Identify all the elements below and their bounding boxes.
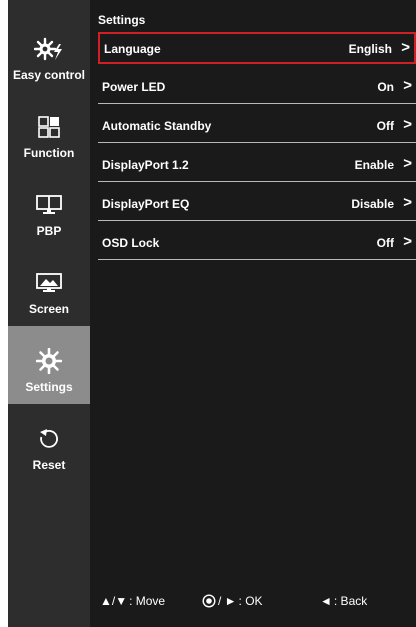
menu-row-power-led[interactable]: Power LED On > bbox=[98, 72, 416, 104]
menu-row-osd-lock[interactable]: OSD Lock Off > bbox=[98, 228, 416, 260]
easy-control-icon bbox=[8, 36, 90, 62]
row-value: Disable bbox=[351, 197, 394, 211]
pbp-icon bbox=[8, 192, 90, 218]
menu-row-displayport-1-2[interactable]: DisplayPort 1.2 Enable > bbox=[98, 150, 416, 182]
row-value: On bbox=[377, 80, 394, 94]
menu-row-language[interactable]: Language English > bbox=[98, 32, 416, 64]
chevron-right-icon: > bbox=[403, 116, 412, 133]
menu-row-displayport-eq[interactable]: DisplayPort EQ Disable > bbox=[98, 189, 416, 221]
move-hint-text: : Move bbox=[129, 594, 166, 608]
sidebar-item-label: Function bbox=[23, 146, 75, 160]
sidebar-item-settings[interactable]: Settings bbox=[8, 326, 90, 404]
menu-row-automatic-standby[interactable]: Automatic Standby Off > bbox=[98, 111, 416, 143]
joystick-icon bbox=[202, 594, 216, 608]
function-icon bbox=[8, 114, 90, 140]
chevron-right-icon: > bbox=[403, 194, 412, 211]
move-hint: ▲/▼ : Move bbox=[100, 594, 165, 608]
up-down-arrows-icon: ▲/▼ bbox=[100, 594, 128, 608]
sidebar-item-label: Screen bbox=[28, 302, 70, 316]
row-value: Enable bbox=[354, 158, 394, 172]
row-label: DisplayPort 1.2 bbox=[102, 158, 189, 172]
row-value: Off bbox=[376, 236, 394, 250]
sidebar-item-label: PBP bbox=[36, 224, 62, 238]
row-value: Off bbox=[376, 119, 394, 133]
back-hint-text: : Back bbox=[333, 594, 368, 608]
page-title: Settings bbox=[98, 13, 146, 27]
chevron-right-icon: > bbox=[403, 155, 412, 172]
osd-panel: Easy control Function PBP Screen Setting… bbox=[8, 0, 416, 627]
row-label: Language bbox=[104, 42, 161, 56]
chevron-right-icon: > bbox=[401, 39, 410, 56]
left-arrow-icon: ◄ bbox=[320, 594, 332, 608]
sidebar-item-label: Settings bbox=[25, 380, 73, 394]
sidebar-item-label: Easy control bbox=[12, 68, 86, 82]
key-guide: ▲/▼ : Move / ► : OK ◄ : Back bbox=[98, 590, 416, 614]
sidebar-item-function[interactable]: Function bbox=[8, 100, 90, 178]
chevron-right-icon: > bbox=[403, 77, 412, 94]
row-label: Power LED bbox=[102, 80, 166, 94]
ok-hint-text: : OK bbox=[238, 594, 263, 608]
reset-icon bbox=[8, 426, 90, 452]
settings-menu: Settings Language English > Power LED On… bbox=[98, 0, 416, 627]
screen-icon bbox=[8, 270, 90, 296]
row-value: English bbox=[348, 42, 392, 56]
sidebar-item-label: Reset bbox=[32, 458, 66, 472]
sidebar: Easy control Function PBP Screen Setting… bbox=[8, 0, 90, 627]
row-label: OSD Lock bbox=[102, 236, 160, 250]
chevron-right-icon: > bbox=[403, 233, 412, 250]
settings-icon bbox=[8, 348, 90, 374]
sidebar-item-pbp[interactable]: PBP bbox=[8, 178, 90, 256]
right-arrow-icon: / ► bbox=[218, 594, 237, 608]
back-hint: ◄ : Back bbox=[320, 594, 367, 608]
row-label: Automatic Standby bbox=[102, 119, 212, 133]
ok-hint: / ► : OK bbox=[202, 594, 263, 608]
sidebar-item-reset[interactable]: Reset bbox=[8, 412, 90, 490]
sidebar-item-screen[interactable]: Screen bbox=[8, 256, 90, 334]
row-label: DisplayPort EQ bbox=[102, 197, 190, 211]
sidebar-item-easy-control[interactable]: Easy control bbox=[8, 22, 90, 100]
